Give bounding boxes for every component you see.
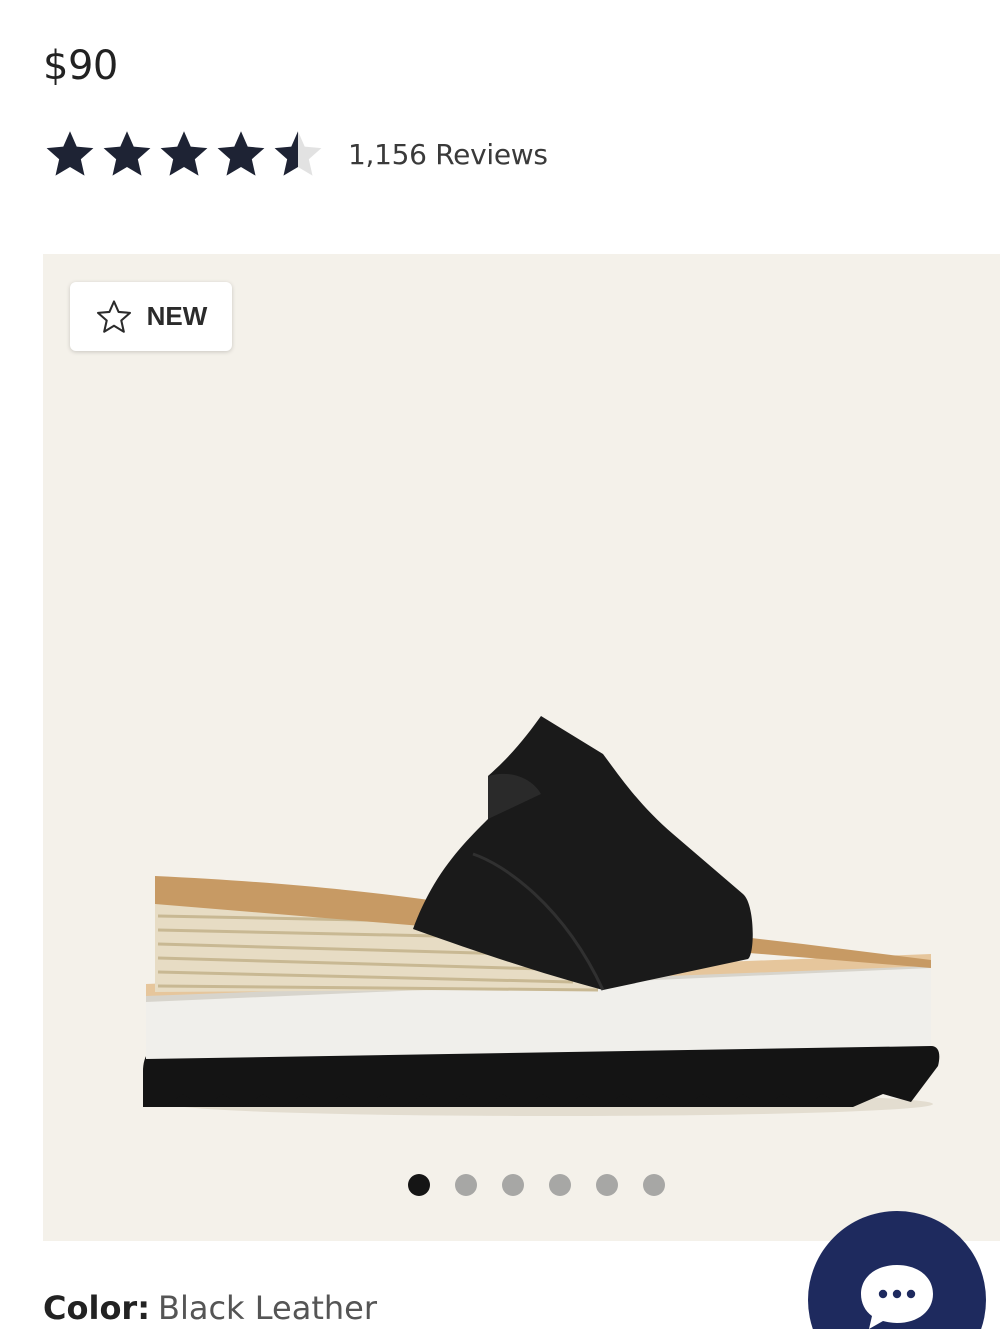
star-icon [217, 131, 265, 176]
star-half-icon [274, 131, 322, 176]
new-badge: NEW [70, 282, 232, 351]
rating-summary[interactable]: 1,156 Reviews [43, 124, 548, 184]
gallery-dot[interactable] [549, 1174, 571, 1196]
chat-bubble-icon [861, 1265, 933, 1329]
color-label: Color: [43, 1289, 150, 1327]
star-icon [46, 131, 94, 176]
product-image-gallery[interactable]: NEW [43, 254, 1000, 1241]
product-image [143, 716, 940, 1116]
gallery-pagination [408, 1174, 665, 1196]
gallery-dot[interactable] [455, 1174, 477, 1196]
star-rating [43, 128, 328, 180]
product-price: $90 [43, 43, 118, 89]
gallery-dot[interactable] [596, 1174, 618, 1196]
reviews-link[interactable]: 1,156 Reviews [348, 138, 548, 171]
color-value: Black Leather [158, 1289, 377, 1327]
badge-label: NEW [146, 301, 208, 331]
gallery-dot[interactable] [408, 1174, 430, 1196]
star-outline-icon [96, 299, 131, 333]
gallery-dot[interactable] [643, 1174, 665, 1196]
color-selection: Color: Black Leather [43, 1286, 377, 1329]
gallery-dot[interactable] [502, 1174, 524, 1196]
star-icon [103, 131, 151, 176]
star-icon [160, 131, 208, 176]
product-detail-page: $90 1,156 Reviews NEW Color: Black Leath… [0, 0, 1000, 1329]
